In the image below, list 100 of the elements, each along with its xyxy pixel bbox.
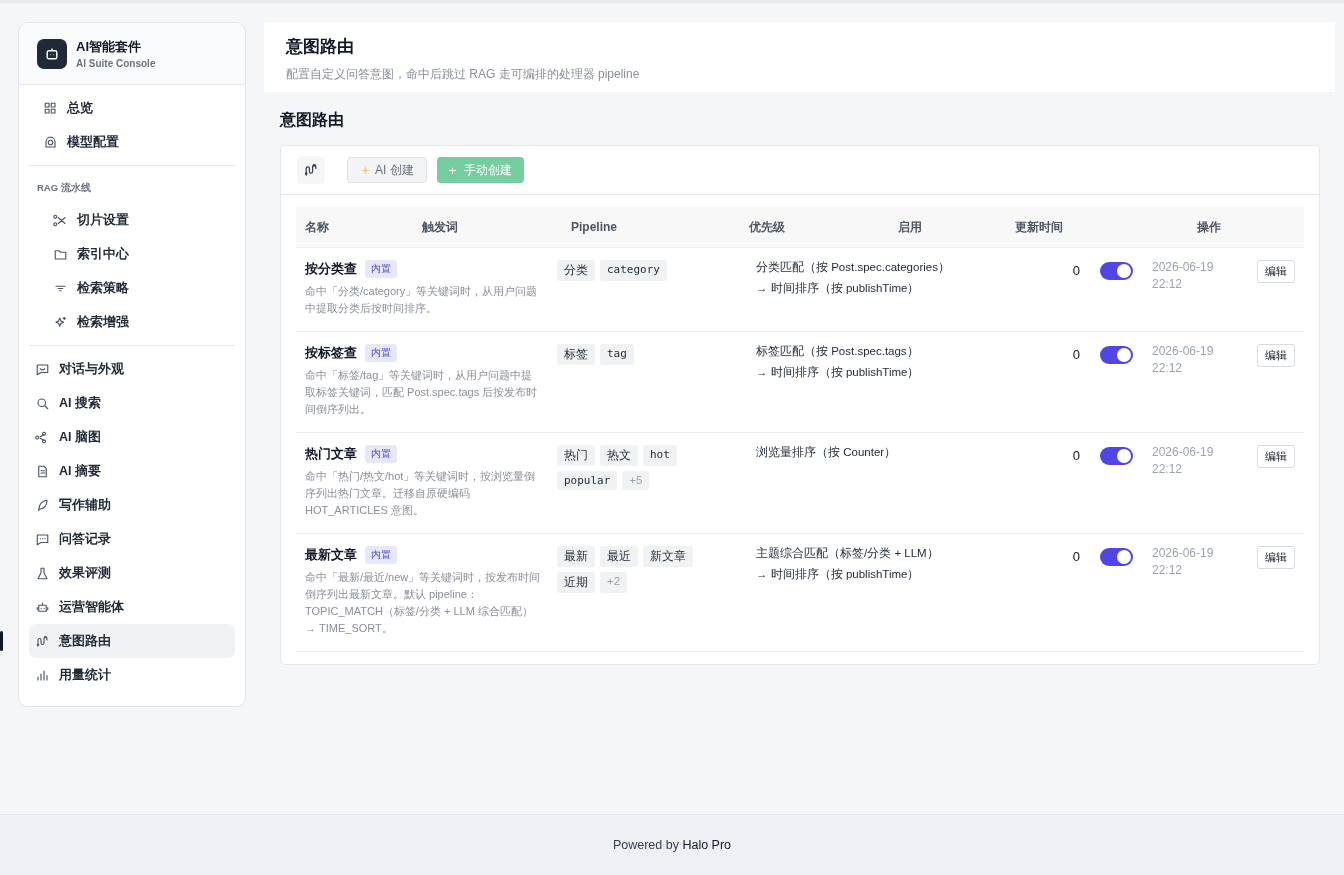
priority-value: 0 — [1071, 262, 1080, 278]
nav-item[interactable]: AI 搜索 — [29, 386, 235, 420]
robot-icon — [37, 38, 67, 69]
message-icon — [35, 531, 50, 547]
edit-button[interactable]: 编辑 — [1257, 260, 1295, 283]
trigger-tag: 热文 — [600, 445, 638, 466]
sparkle-icon — [360, 164, 371, 176]
sparkles-icon — [53, 314, 68, 330]
updated-time: 22:12 — [1152, 277, 1184, 291]
updated-time: 2026-06-19 — [1152, 260, 1215, 274]
trigger-tag: category — [600, 260, 667, 281]
intent-name: 最新文章 — [305, 546, 357, 564]
nav-item[interactable]: 效果评测 — [29, 556, 235, 590]
section-heading: RAG 流水线 — [36, 181, 92, 195]
feather-icon — [35, 497, 50, 513]
nav-item[interactable]: 总览 — [27, 91, 237, 125]
intent-description: 命中「热门/热文/hot」等关键词时，按浏览量倒序列出热门文章。迁移自原硬编码 HOT_ARTICLES 意图。 — [305, 469, 537, 518]
intent-name: 热门文章 — [305, 445, 357, 463]
page-title: 意图路由 — [286, 36, 355, 58]
camera-icon — [43, 134, 58, 150]
search-icon — [35, 395, 50, 411]
pipeline-step: → 时间排序（按 publishTime） — [756, 281, 1050, 296]
priority-value: 0 — [1071, 548, 1080, 564]
enable-toggle[interactable] — [1100, 346, 1133, 364]
trigger-tag: hot — [643, 445, 677, 466]
nav-item[interactable]: 模型配置 — [27, 125, 237, 159]
column-header: 更新时间 — [1015, 218, 1064, 236]
builtin-badge: 内置 — [365, 445, 397, 463]
column-header: 名称 — [305, 218, 330, 236]
ai-create-button[interactable]: AI 创建 — [347, 157, 427, 183]
edit-button[interactable]: 编辑 — [1257, 344, 1295, 367]
scissors-icon — [53, 212, 68, 228]
updated-time: 2026-06-19 — [1152, 445, 1215, 459]
updated-time: 22:12 — [1152, 361, 1184, 375]
enable-toggle[interactable] — [1100, 447, 1133, 465]
route-icon — [297, 156, 325, 184]
builtin-badge: 内置 — [365, 546, 397, 564]
nav-item[interactable]: 检索策略 — [29, 271, 235, 305]
intent-description: 命中「标签/tag」等关键词时，从用户问题中提取标签关键词，匹配 Post.spec.tags 后按发布时间倒序列出。 — [305, 368, 539, 417]
app-subtitle: AI Suite Console — [76, 58, 156, 69]
trigger-tag: +2 — [600, 572, 628, 593]
builtin-badge: 内置 — [365, 260, 397, 278]
pipeline-step: 标签匹配（按 Post.spec.tags） — [756, 344, 1050, 359]
trigger-tag: 分类 — [557, 260, 595, 281]
enable-toggle[interactable] — [1100, 548, 1133, 566]
intent-description: 命中「最新/最近/new」等关键词时，按发布时间倒序列出最新文章。默认 pipeline：TOPIC_MATCH（标签/分类 + LLM 综合匹配）→ TIME_SORT。 — [305, 570, 541, 636]
enable-toggle[interactable] — [1100, 262, 1133, 280]
column-header: 触发词 — [422, 218, 459, 236]
trigger-tag: 新文章 — [643, 546, 693, 567]
updated-time: 2026-06-19 — [1152, 344, 1215, 358]
active-indicator — [0, 631, 3, 651]
nav-item[interactable]: 对话与外观 — [29, 352, 235, 386]
updated-time: 22:12 — [1152, 563, 1184, 577]
section-title: 意图路由 — [280, 110, 345, 130]
app-title: AI智能套件 — [76, 38, 142, 56]
nav-item[interactable]: 写作辅助 — [29, 488, 235, 522]
edit-button[interactable]: 编辑 — [1257, 445, 1295, 468]
pipeline-step: → 时间排序（按 publishTime） — [756, 365, 1050, 380]
builtin-badge: 内置 — [365, 344, 397, 362]
priority-value: 0 — [1071, 447, 1080, 463]
pipeline-step: → 时间排序（按 publishTime） — [756, 567, 1050, 582]
trigger-tag: popular — [557, 471, 618, 490]
nav-item[interactable]: 索引中心 — [29, 237, 235, 271]
nav-item[interactable]: 运营智能体 — [29, 590, 235, 624]
nav-item[interactable]: 意图路由 — [29, 624, 235, 658]
route-icon — [35, 633, 50, 649]
robot-icon — [35, 599, 50, 615]
document-icon — [35, 463, 50, 479]
trigger-tag: 近期 — [557, 572, 595, 593]
grid-icon — [43, 100, 58, 116]
page-subtitle: 配置自定义问答意图，命中后跳过 RAG 走可编排的处理器 pipeline — [286, 66, 641, 83]
intent-name: 按分类查 — [305, 260, 357, 278]
nav-item[interactable]: 用量统计 — [29, 658, 235, 692]
nav-item[interactable]: 切片设置 — [29, 203, 235, 237]
chat-icon — [35, 361, 50, 377]
column-header: Pipeline — [571, 220, 618, 234]
pipeline-step: 主题综合匹配（标签/分类 + LLM） — [756, 546, 1050, 561]
nav-item[interactable]: 检索增强 — [29, 305, 235, 339]
column-header: 操作 — [1197, 218, 1222, 236]
trigger-tag: +5 — [622, 471, 650, 490]
updated-time: 22:12 — [1152, 462, 1184, 476]
intent-description: 命中「分类/category」等关键词时，从用户问题中提取分类后按时间排序。 — [305, 284, 539, 316]
edit-button[interactable]: 编辑 — [1257, 546, 1295, 569]
intent-name: 按标签查 — [305, 344, 357, 362]
nav-item[interactable]: AI 摘要 — [29, 454, 235, 488]
trigger-tag: 热门 — [557, 445, 595, 466]
trigger-tag: 标签 — [557, 344, 595, 365]
pipeline-step: 浏览量排序（按 Counter） — [756, 445, 1050, 460]
trigger-tag: tag — [600, 344, 634, 365]
pipeline-step: 分类匹配（按 Post.spec.categories） — [756, 260, 1050, 275]
updated-time: 2026-06-19 — [1152, 546, 1215, 560]
trigger-tag: 最近 — [600, 546, 638, 567]
column-header: 启用 — [898, 218, 923, 236]
column-header: 优先级 — [749, 218, 786, 236]
nav-item[interactable]: 问答记录 — [29, 522, 235, 556]
flask-icon — [35, 565, 50, 581]
priority-value: 0 — [1071, 346, 1080, 362]
trigger-tag: 最新 — [557, 546, 595, 567]
footer-text: Powered by Halo Pro — [612, 838, 732, 852]
nav-item[interactable]: AI 脑图 — [29, 420, 235, 454]
